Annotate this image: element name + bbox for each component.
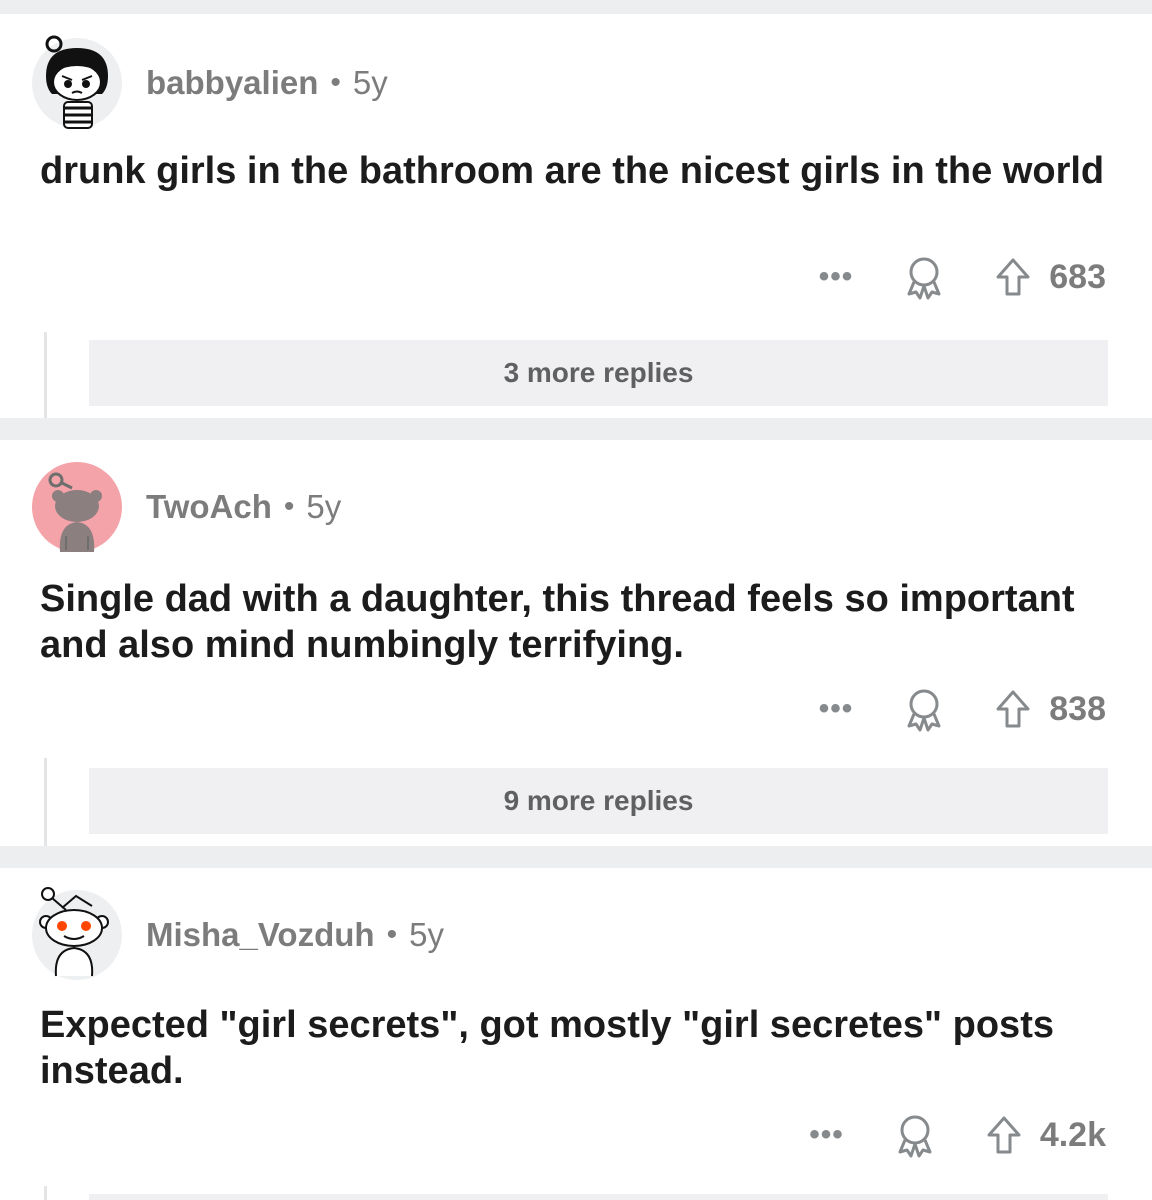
comment-divider [0,846,1152,868]
comment-body: Expected "girl secrets", got mostly "gir… [40,1004,1054,1092]
thread-line[interactable] [44,758,47,846]
snoo-default-avatar-icon [39,887,109,977]
avatar[interactable] [32,887,122,980]
comment-meta: Misha_Vozduh • 5y [146,916,444,954]
comment-age: 5y [306,488,342,525]
username[interactable]: babbyalien [146,64,318,102]
comment-divider [0,418,1152,440]
comment-actions: ••• 4.2k [809,1112,1106,1158]
reply-box-edge [89,1194,1108,1200]
award-icon[interactable] [892,1112,938,1158]
comment-actions: ••• 683 [819,254,1106,300]
comment-actions: ••• 838 [819,686,1106,732]
comment-header: Misha_Vozduh • 5y [32,887,444,980]
username[interactable]: TwoAch [146,488,272,526]
comment: TwoAch • 5y Single dad with a daughter, … [0,440,1152,846]
comment: Misha_Vozduh • 5y Expected "girl secrets… [0,868,1152,1200]
comment-body: Single dad with a daughter, this thread … [40,578,1075,666]
upvote-icon[interactable] [995,689,1031,729]
upvote-icon[interactable] [986,1115,1022,1155]
comment-header: TwoAch • 5y [32,462,341,552]
snoo-pink-silhouette-avatar-icon [48,472,102,552]
comment-body: drunk girls in the bathroom are the nice… [40,150,1105,192]
more-options-icon[interactable]: ••• [819,694,854,724]
vote-score: 838 [1049,689,1106,728]
separator-dot: • [386,918,398,951]
thread-line[interactable] [44,1186,47,1200]
avatar[interactable] [32,462,122,552]
separator-dot: • [330,66,341,99]
comment-age: 5y [352,64,388,101]
separator-dot: • [283,490,295,523]
comment-header: babbyalien • 5y [32,35,388,129]
top-divider [0,0,1152,14]
username[interactable]: Misha_Vozduh [146,916,375,954]
comment-age: 5y [409,916,444,953]
award-icon[interactable] [901,686,947,732]
comment-meta: TwoAch • 5y [146,488,341,526]
more-options-icon[interactable]: ••• [809,1120,844,1150]
upvote-icon[interactable] [995,257,1031,297]
thread-line[interactable] [44,332,47,418]
comment-meta: babbyalien • 5y [146,64,388,102]
vote-score: 683 [1049,257,1106,296]
more-options-icon[interactable]: ••• [819,262,854,292]
snoo-striped-shirt-avatar-icon [45,35,108,129]
more-replies-button[interactable]: 3 more replies [89,340,1108,406]
comment: babbyalien • 5y drunk girls in the bathr… [0,14,1152,418]
more-replies-button[interactable]: 9 more replies [89,768,1108,834]
avatar[interactable] [32,35,122,129]
award-icon[interactable] [901,254,947,300]
vote-score: 4.2k [1039,1115,1106,1154]
